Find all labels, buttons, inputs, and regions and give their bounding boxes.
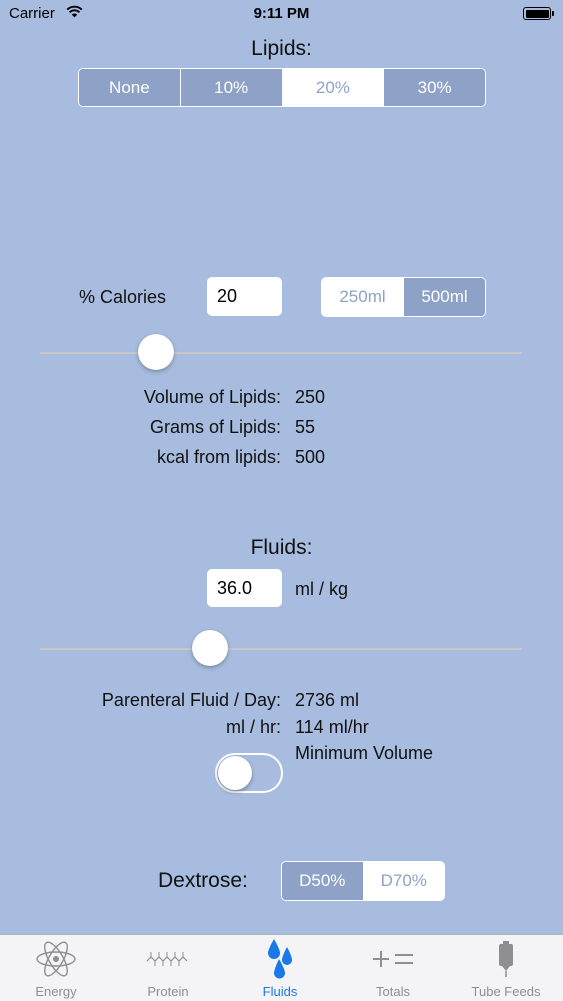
parenteral-fluid-day-value: 2736 ml — [295, 690, 360, 710]
lipids-option-20[interactable]: 20% — [281, 69, 384, 106]
tab-fluids[interactable]: Fluids — [224, 935, 336, 1001]
lipids-option-10[interactable]: 10% — [179, 69, 282, 106]
tab-protein[interactable]: Protein — [112, 935, 224, 1001]
tab-energy[interactable]: Energy — [0, 935, 112, 1001]
tab-bar: Energy Protein Fluids Totals Tube Feeds — [0, 934, 563, 1001]
fluids-title: Fluids: — [250, 536, 313, 559]
slider-track — [40, 352, 522, 354]
feeding-tube-icon — [450, 941, 562, 977]
tab-tube-feeds[interactable]: Tube Feeds — [450, 935, 562, 1001]
slider-thumb[interactable] — [192, 630, 228, 666]
tab-tube-feeds-label: Tube Feeds — [471, 984, 541, 999]
tab-totals[interactable]: Totals — [337, 935, 449, 1001]
tab-fluids-label: Fluids — [262, 984, 298, 999]
volume-of-lipids-label: Volume of Lipids: — [143, 387, 281, 407]
minimum-volume-toggle[interactable] — [215, 753, 283, 793]
slider-thumb[interactable] — [138, 334, 174, 370]
lipids-calories-slider[interactable] — [40, 333, 522, 373]
lipid-volume-segmented-control[interactable]: 250ml 500ml — [321, 277, 486, 317]
dextrose-option-d70[interactable]: D70% — [362, 862, 444, 900]
protein-chain-icon — [112, 941, 224, 977]
volume-option-250ml[interactable]: 250ml — [322, 278, 403, 316]
fluids-unit-label: ml / kg — [295, 579, 349, 599]
dextrose-option-d50[interactable]: D50% — [282, 862, 363, 900]
lipids-option-30[interactable]: 30% — [383, 69, 485, 106]
droplets-icon — [224, 939, 336, 979]
kcal-from-lipids-label: kcal from lipids: — [156, 447, 281, 467]
ml-per-hour-value: 114 ml/hr — [295, 717, 369, 737]
tab-totals-label: Totals — [376, 984, 410, 999]
volume-of-lipids-value: 250 — [295, 387, 326, 407]
plus-equals-icon — [337, 941, 449, 977]
lipids-option-none[interactable]: None — [79, 69, 180, 106]
minimum-volume-label: Minimum Volume — [295, 743, 434, 763]
calories-input[interactable]: 20 — [207, 277, 282, 316]
dextrose-segmented-control[interactable]: D50% D70% — [281, 861, 445, 901]
fluids-input[interactable]: 36.0 — [207, 569, 282, 607]
battery-icon — [523, 7, 554, 20]
ml-per-hour-label: ml / hr: — [225, 717, 281, 737]
parenteral-fluid-day-label: Parenteral Fluid / Day: — [101, 690, 281, 710]
calories-label: % Calories — [79, 287, 167, 307]
tab-energy-label: Energy — [35, 984, 77, 999]
tab-protein-label: Protein — [147, 984, 189, 999]
fluids-slider[interactable] — [40, 629, 522, 669]
atom-icon — [0, 941, 112, 977]
grams-of-lipids-value: 55 — [295, 417, 316, 437]
grams-of-lipids-label: Grams of Lipids: — [149, 417, 281, 437]
kcal-from-lipids-value: 500 — [295, 447, 326, 467]
lipids-percentage-segmented-control[interactable]: None 10% 20% 30% — [78, 68, 486, 107]
lipids-title: Lipids: — [251, 37, 312, 60]
dextrose-title: Dextrose: — [158, 869, 248, 892]
status-time: 9:11 PM — [253, 5, 310, 22]
volume-option-500ml[interactable]: 500ml — [403, 278, 485, 316]
toggle-thumb — [218, 756, 252, 790]
status-bar: Carrier 9:11 PM — [0, 0, 563, 30]
slider-track — [40, 648, 522, 650]
